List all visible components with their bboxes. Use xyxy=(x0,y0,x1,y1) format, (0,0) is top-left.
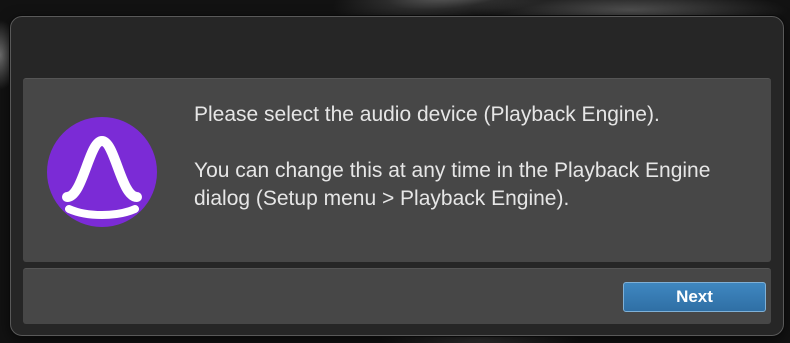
playback-engine-dialog: Please select the audio device (Playback… xyxy=(10,16,784,336)
message-panel: Please select the audio device (Playback… xyxy=(23,78,771,262)
next-button[interactable]: Next xyxy=(623,282,766,312)
button-bar: Next xyxy=(23,268,771,324)
message-line: You can change this at any time in the P… xyxy=(194,159,711,210)
message-line: Please select the audio device (Playback… xyxy=(194,103,660,126)
pro-tools-logo-icon xyxy=(47,117,157,227)
message-text: Please select the audio device (Playback… xyxy=(194,101,754,213)
